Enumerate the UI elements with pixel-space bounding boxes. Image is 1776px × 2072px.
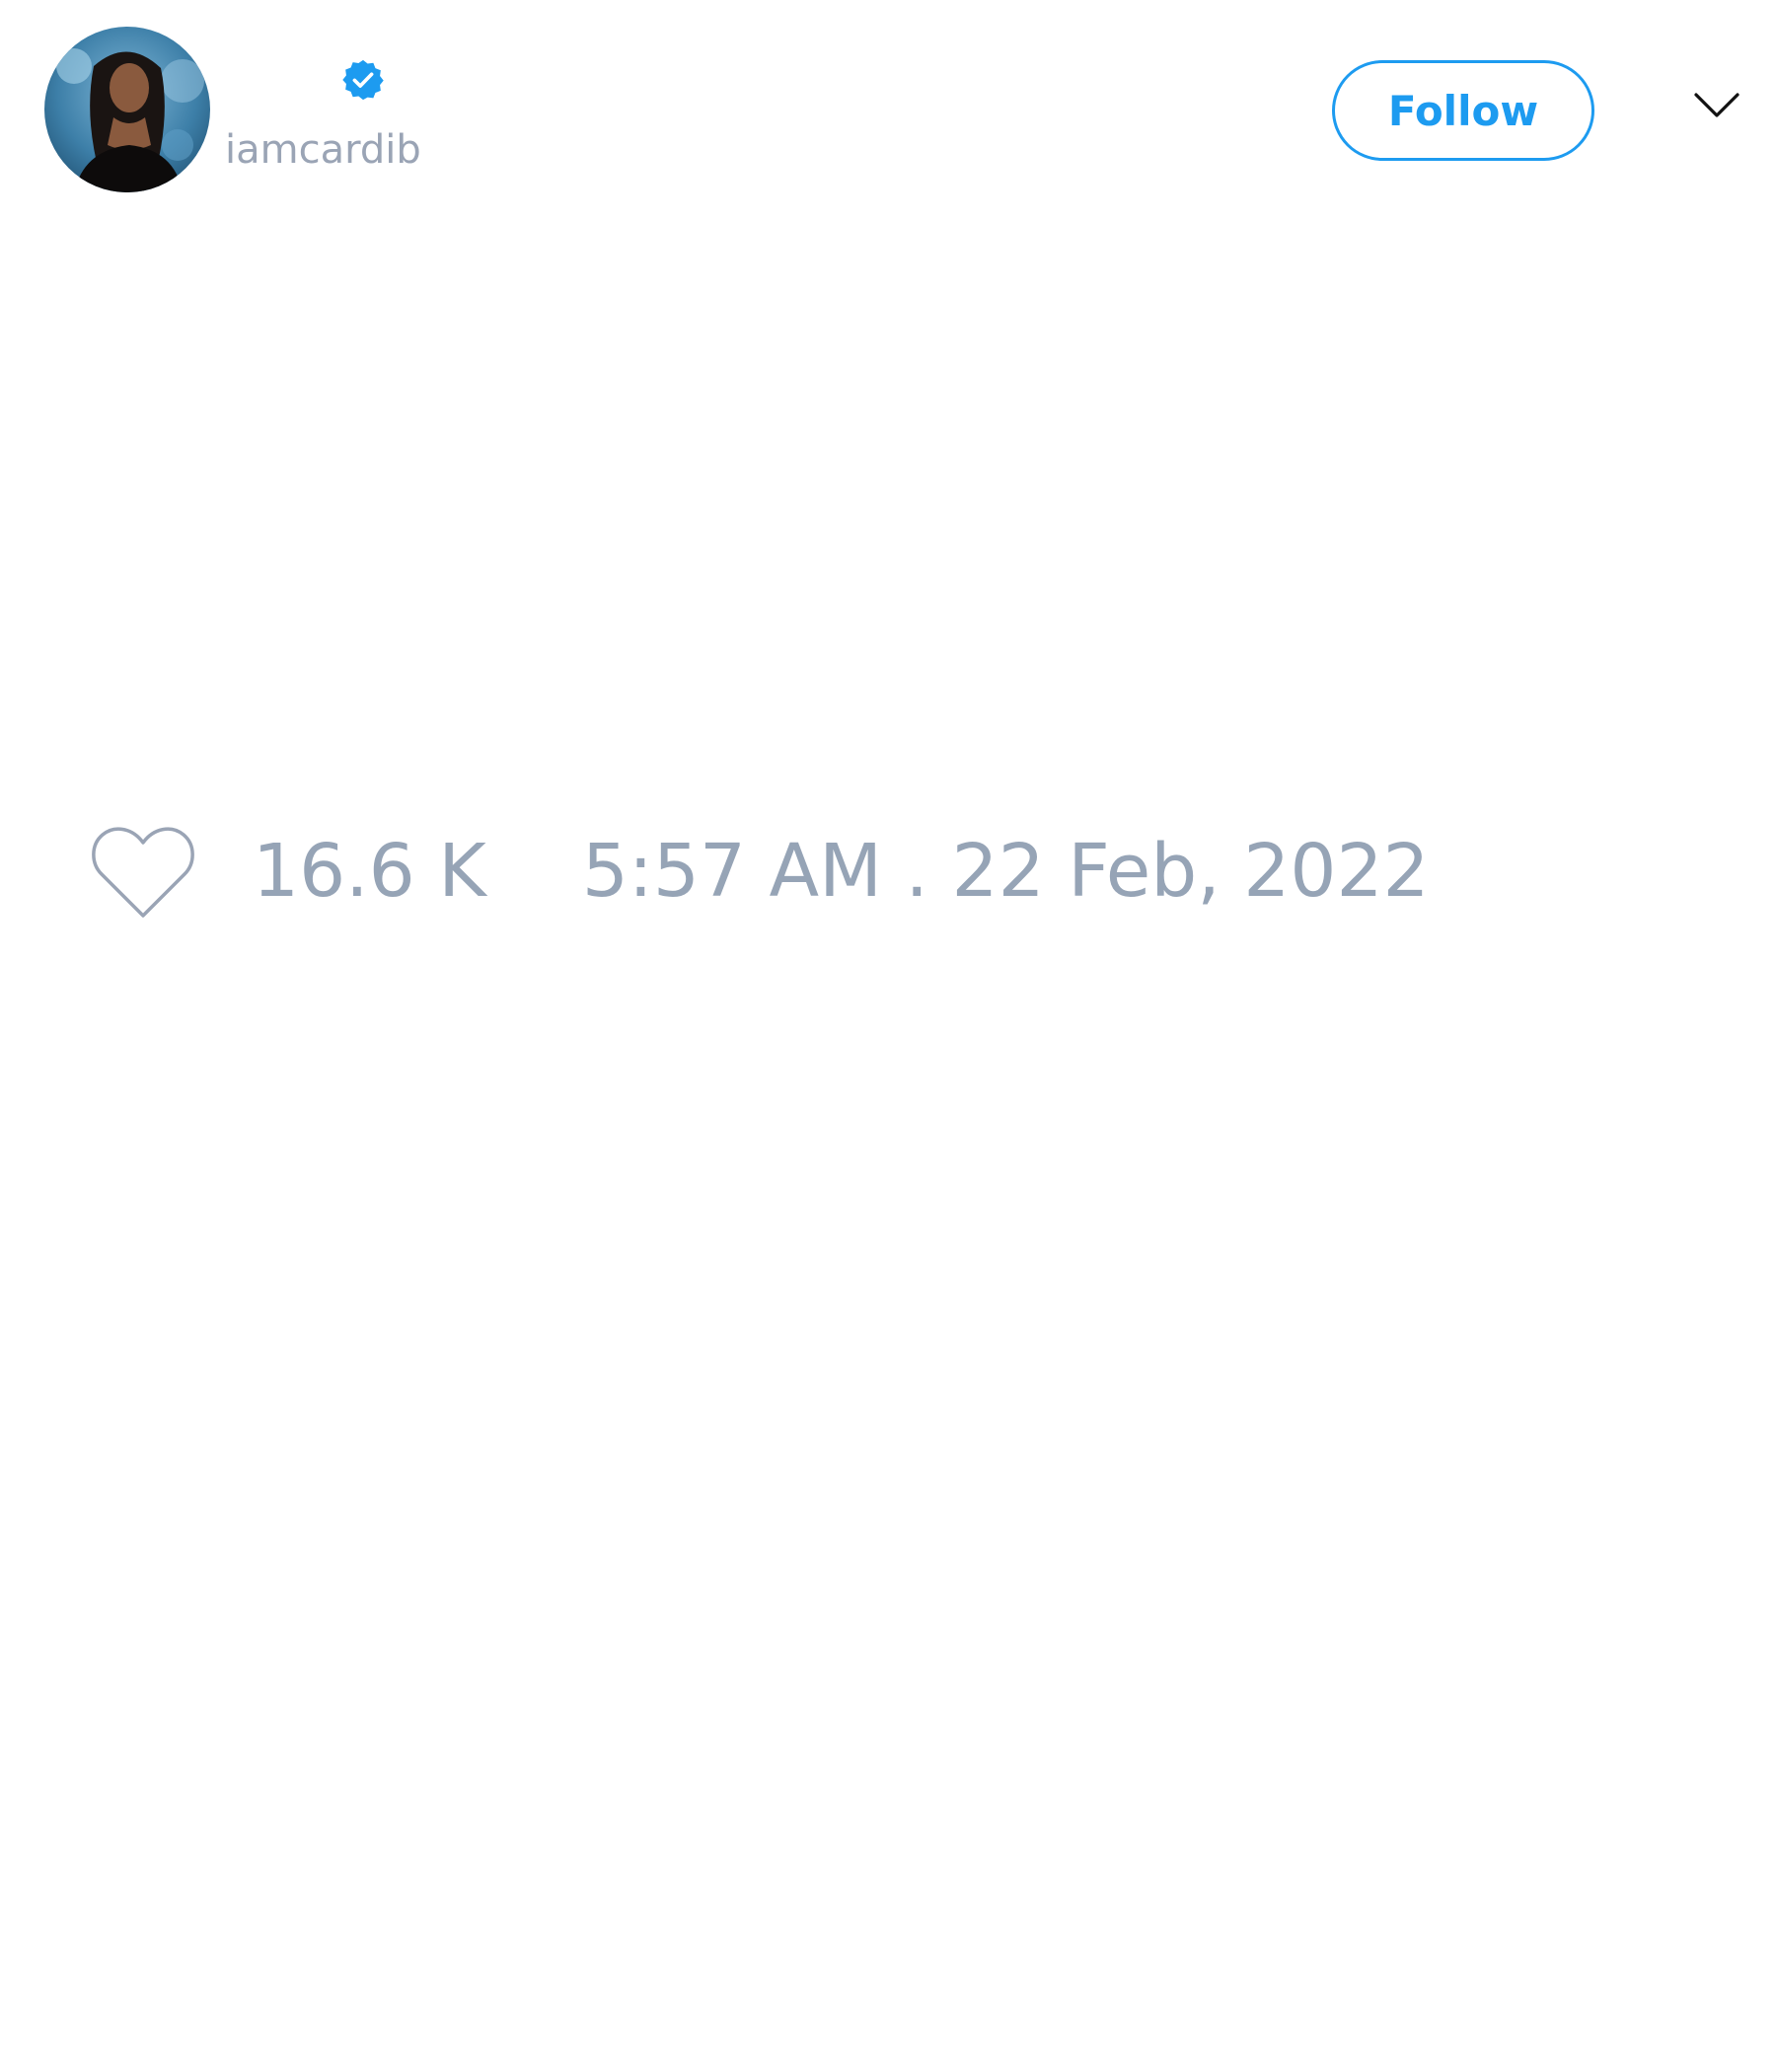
heart-icon[interactable] xyxy=(89,825,197,920)
tweet-meta: 16.6 K 5:57 AM . 22 Feb, 2022 xyxy=(253,829,1430,914)
tweet-timestamp[interactable]: 5:57 AM . 22 Feb, 2022 xyxy=(582,829,1430,914)
user-handle[interactable]: iamcardib xyxy=(225,126,421,174)
like-count: 16.6 K xyxy=(253,829,486,914)
follow-button[interactable]: Follow xyxy=(1332,60,1594,161)
avatar-image xyxy=(44,27,210,192)
chevron-down-icon[interactable] xyxy=(1693,91,1740,120)
avatar[interactable] xyxy=(44,27,210,192)
verified-badge-icon xyxy=(342,59,384,101)
